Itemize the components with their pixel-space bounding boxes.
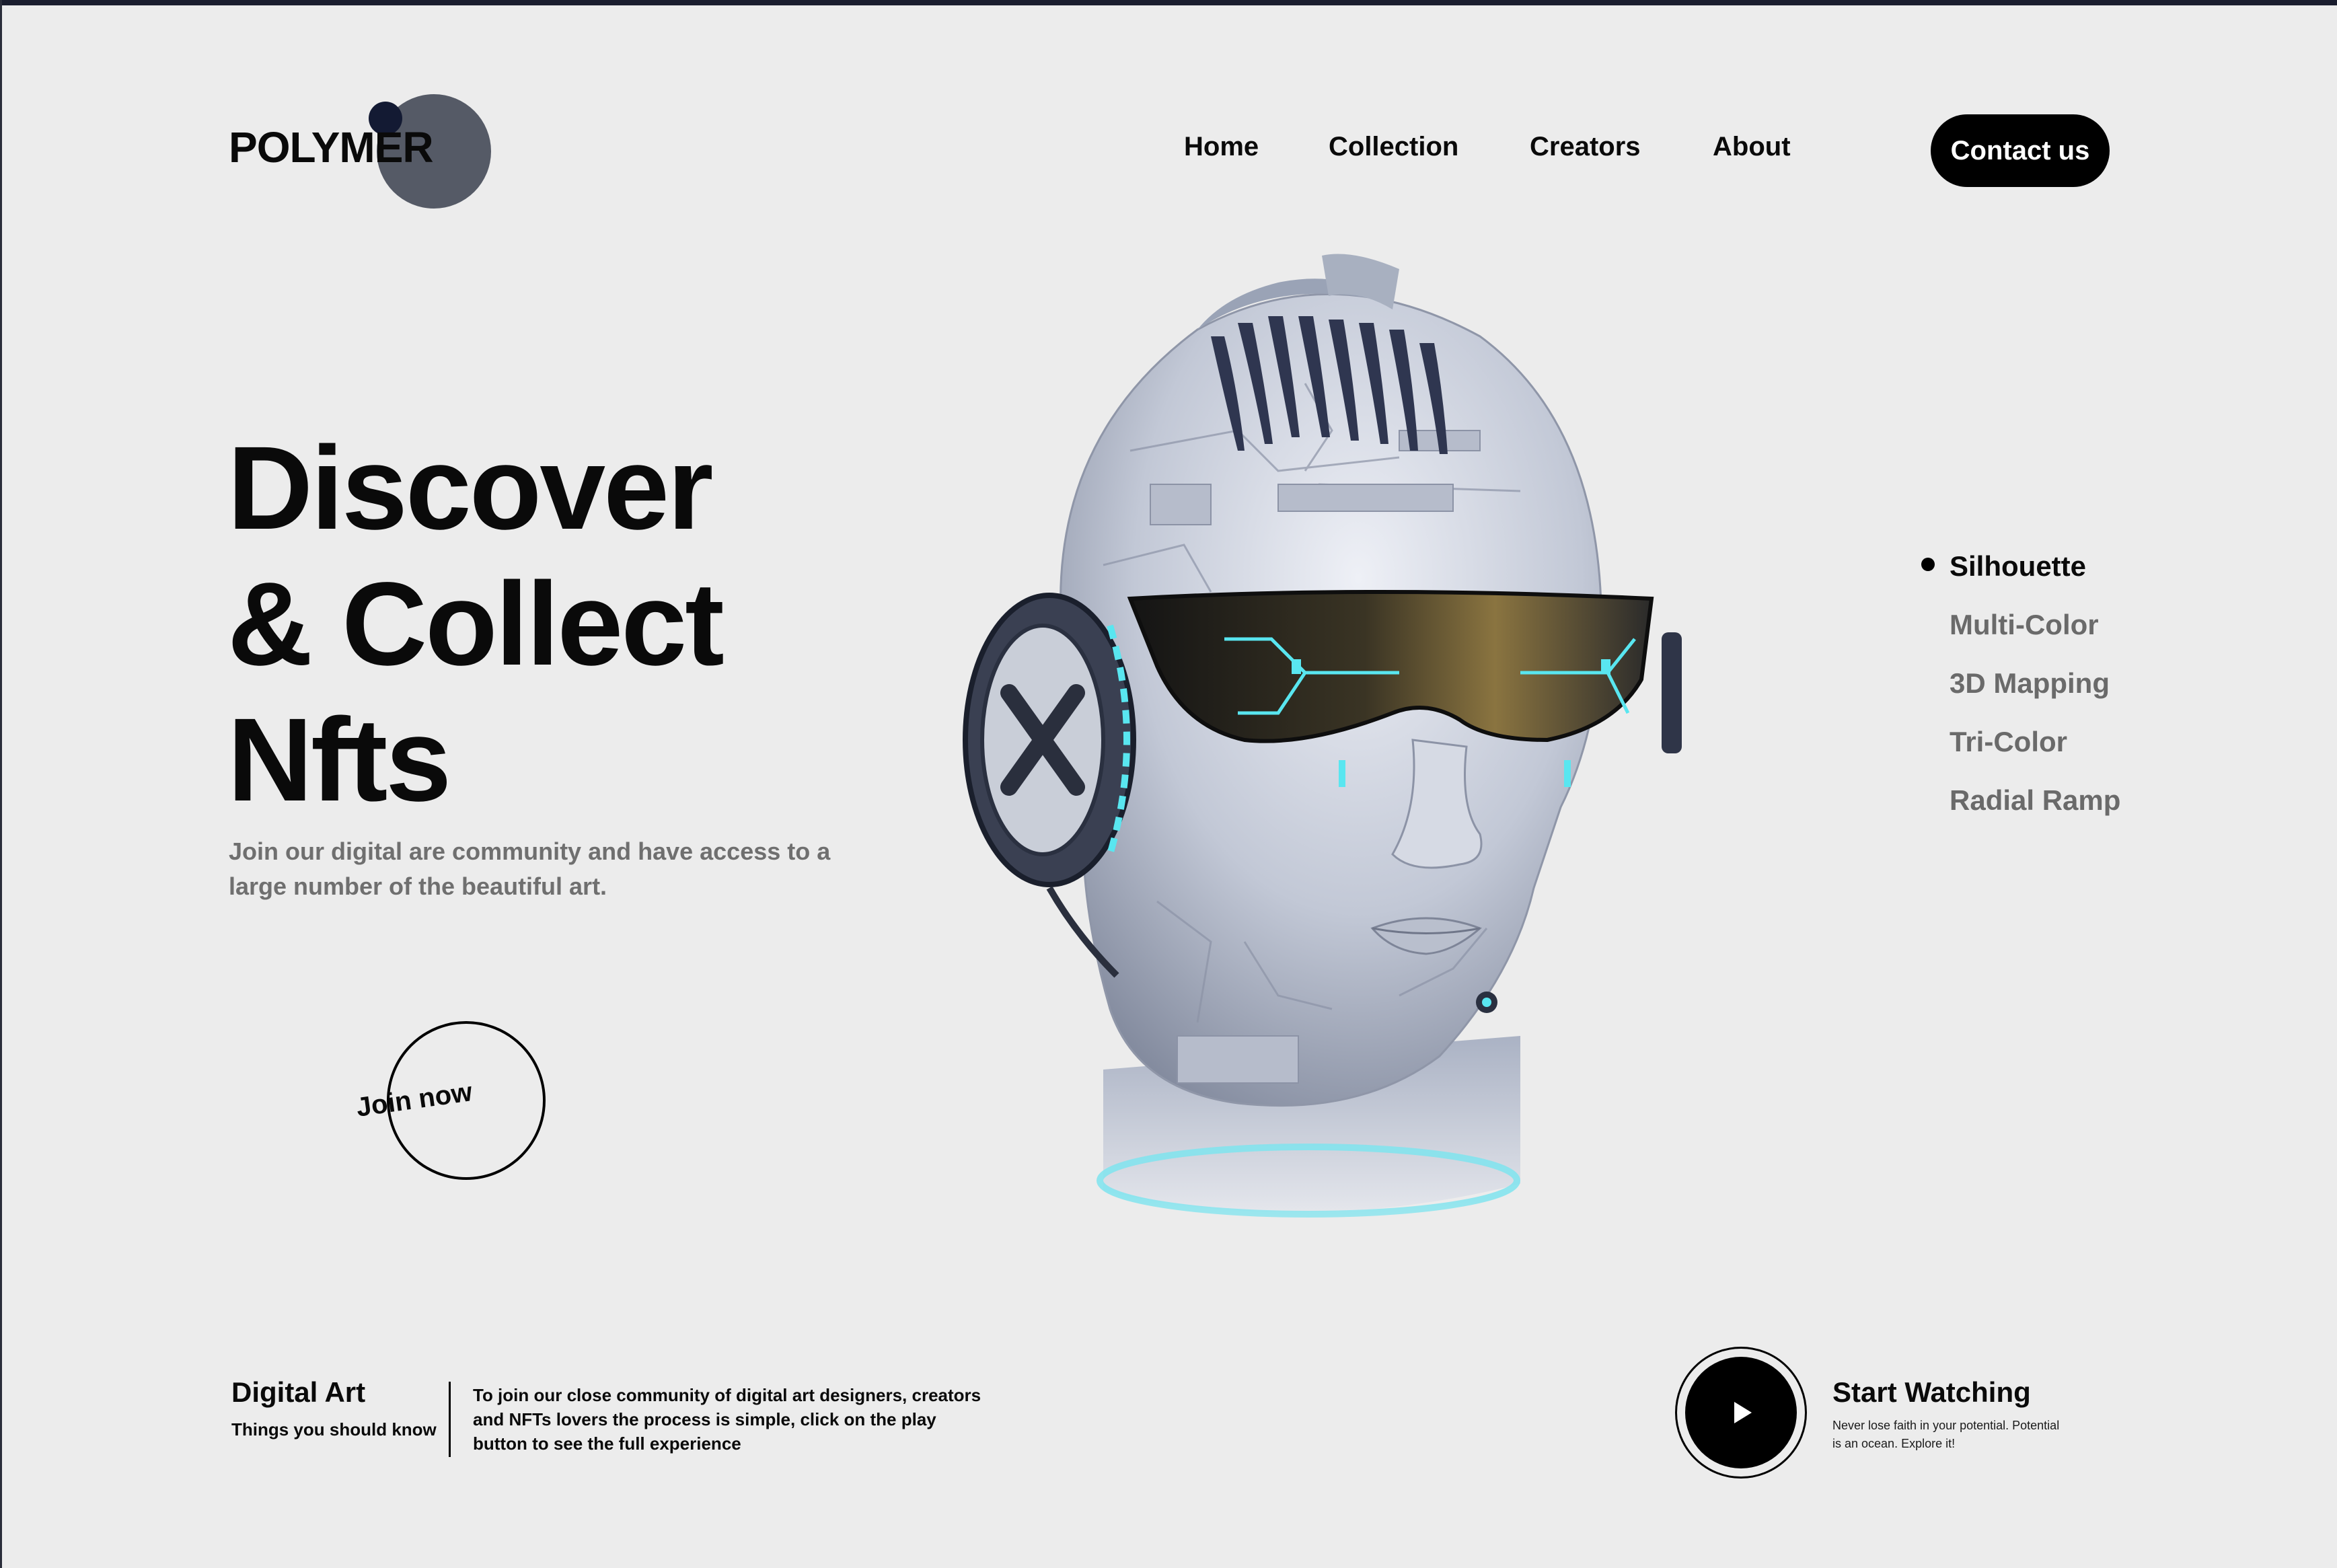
hero-title-line-1: Discover (227, 422, 714, 554)
contact-us-button[interactable]: Contact us (1931, 114, 2110, 187)
nav-about[interactable]: About (1713, 132, 1791, 162)
info-text: To join our close community of digital a… (473, 1385, 981, 1454)
info-subtitle: Things you should know (231, 1419, 437, 1440)
brand-logo[interactable]: POLYMER (229, 94, 498, 215)
variant-radial-ramp[interactable]: Radial Ramp (1950, 784, 2120, 817)
info-title: Digital Art (231, 1376, 366, 1408)
nav-home[interactable]: Home (1184, 132, 1259, 162)
nav-collection[interactable]: Collection (1329, 132, 1458, 162)
nav-creators[interactable]: Creators (1530, 132, 1641, 162)
start-watching-subtitle: Never lose faith in your potential. Pote… (1832, 1419, 2060, 1450)
hero-subtitle: Join our digital are community and have … (229, 837, 831, 900)
hero-title-line-2: & Collect (227, 558, 725, 690)
play-icon (1734, 1402, 1752, 1423)
start-watching-title[interactable]: Start Watching (1832, 1376, 2031, 1409)
variant-tri-color[interactable]: Tri-Color (1950, 726, 2067, 758)
window-top-border (0, 0, 2337, 5)
variant-multi-color[interactable]: Multi-Color (1950, 609, 2099, 641)
play-button[interactable] (1685, 1357, 1797, 1468)
variant-silhouette[interactable]: Silhouette (1950, 550, 2086, 583)
window-left-border (0, 0, 2, 1568)
info-divider (449, 1382, 451, 1457)
robot-head-illustration (963, 254, 1682, 1332)
hero-title-line-3: Nfts (227, 694, 451, 826)
selected-variant-bullet (1921, 558, 1935, 571)
brand-name: POLYMER (229, 123, 434, 172)
variant-3d-mapping[interactable]: 3D Mapping (1950, 667, 2110, 700)
